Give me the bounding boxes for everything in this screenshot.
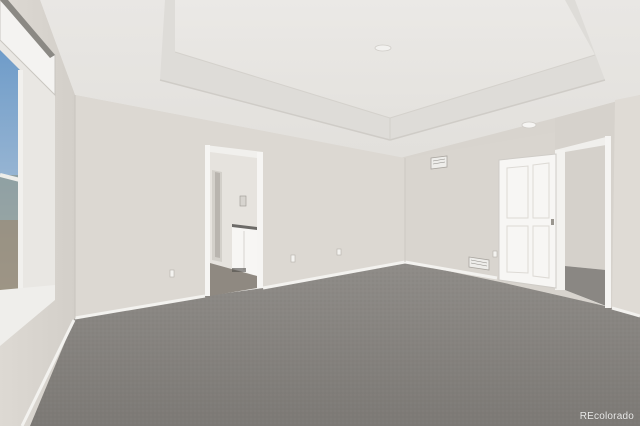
bathroom-doorway	[205, 145, 263, 296]
window	[0, 0, 56, 346]
wall-outlet	[290, 254, 296, 263]
closet-doorway	[555, 136, 611, 308]
room-photo	[0, 0, 640, 426]
wall-outlet	[492, 250, 498, 258]
open-door	[498, 153, 557, 289]
wall-outlet	[336, 248, 342, 256]
door-handle	[551, 219, 554, 225]
watermark: REcolorado	[579, 411, 634, 422]
recessed-light	[521, 121, 537, 129]
wall-vent	[430, 155, 448, 170]
vanity-light	[239, 195, 247, 207]
ceiling-light	[374, 44, 392, 52]
wall-outlet	[169, 269, 175, 278]
